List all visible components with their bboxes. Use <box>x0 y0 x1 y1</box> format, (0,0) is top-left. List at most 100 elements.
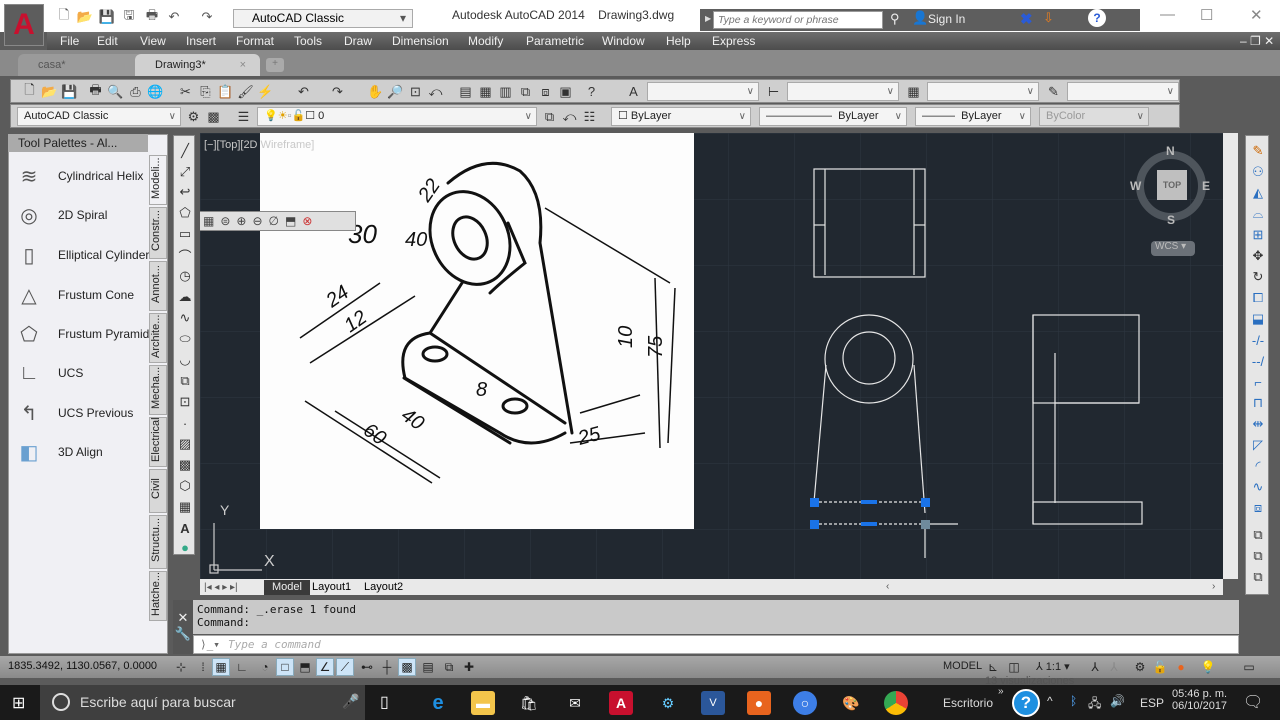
ortho-mode-icon[interactable]: ∟ <box>233 658 251 676</box>
file-explorer-icon[interactable]: ▬ <box>471 691 495 715</box>
break-at-point-icon[interactable]: ⌐ <box>1249 373 1267 391</box>
region-icon[interactable]: ⬡ <box>176 477 194 495</box>
block-editor-icon[interactable]: ⚡ <box>257 83 274 100</box>
annotation-scale[interactable]: ⅄ 1:1 ▾ <box>1036 660 1070 673</box>
palette-item-3d-align[interactable]: ◧ 3D Align <box>14 437 103 467</box>
save-icon[interactable]: 💾 <box>61 83 78 100</box>
calculator-icon[interactable]: ▣ <box>557 83 574 100</box>
cut-icon[interactable]: ✂ <box>177 83 194 100</box>
constrained-orbit-icon[interactable]: ⊜ <box>220 214 230 228</box>
hardware-acceleration-icon[interactable]: ● <box>1172 658 1190 676</box>
menu-edit[interactable]: Edit <box>97 34 118 48</box>
orbit-off-icon[interactable]: ∅ <box>269 214 279 228</box>
microphone-icon[interactable]: 🎤 <box>342 693 359 710</box>
circle-icon[interactable]: ◷ <box>176 267 194 285</box>
layer-previous-icon[interactable]: ⤺ <box>561 108 578 125</box>
layer-manager-icon[interactable]: ☰ <box>235 108 252 125</box>
binoculars-icon[interactable]: ⚲ <box>890 11 900 27</box>
table-style-select[interactable]: ∨ <box>927 82 1039 101</box>
menu-file[interactable]: File <box>60 34 79 48</box>
application-menu-button[interactable]: A <box>4 4 44 46</box>
action-center-icon[interactable]: 🗨 <box>1243 692 1263 712</box>
user-icon[interactable]: 👤 <box>912 10 928 26</box>
windows-start-icon[interactable]: ⊞ <box>12 693 25 713</box>
tab-layout1[interactable]: Layout1 <box>312 581 351 593</box>
viewcube-top-face[interactable]: TOP <box>1157 170 1187 200</box>
menu-insert[interactable]: Insert <box>186 34 216 48</box>
spline-icon[interactable]: ∿ <box>176 309 194 327</box>
command-line-handle[interactable]: ✕ 🔧 <box>173 600 193 654</box>
sheet-set-icon[interactable]: ⧉ <box>517 83 534 100</box>
annotation-monitor-icon[interactable]: ✚ <box>460 658 478 676</box>
table-icon[interactable]: ▦ <box>176 498 194 516</box>
command-prompt-icon[interactable]: ⟩_▾ <box>200 636 220 653</box>
clean-screen-icon[interactable]: ▭ <box>1240 658 1258 676</box>
dim-style-select[interactable]: ∨ <box>787 82 899 101</box>
vertical-scrollbar[interactable] <box>1223 133 1238 579</box>
toolbar-lock-icon[interactable]: 🔓 <box>1151 658 1169 676</box>
menu-draw[interactable]: Draw <box>344 34 372 48</box>
multiline-text-icon[interactable]: A <box>176 519 194 537</box>
expand-arrow-icon[interactable]: ▶ <box>705 14 711 23</box>
multileader-style-select[interactable]: ∨ <box>1067 82 1179 101</box>
menu-window[interactable]: Window <box>602 34 645 48</box>
object-snap-tracking-icon[interactable]: ∠ <box>316 658 334 676</box>
recorder-icon[interactable]: ● <box>747 691 771 715</box>
network-icon[interactable]: 🖧 <box>1088 694 1101 715</box>
plot-preview-icon[interactable]: 🔍 <box>107 83 124 100</box>
help-tips-icon[interactable]: ? <box>1012 689 1040 717</box>
scale-icon[interactable]: ⧠ <box>1249 289 1267 307</box>
palette-tab-structural[interactable]: Structu... <box>149 515 167 569</box>
workspace-switching-icon[interactable]: ⚙ <box>1131 658 1149 676</box>
scroll-right-icon[interactable]: › <box>1212 581 1215 592</box>
show-hidden-icons[interactable]: ^ <box>1047 694 1053 708</box>
plot-icon[interactable]: 🖶 <box>87 82 104 100</box>
draworder-back-icon[interactable]: ⧉ <box>1249 547 1267 565</box>
layer-states-icon[interactable]: ☷ <box>581 108 598 125</box>
palette-item-cylindrical-helix[interactable]: ≋ Cylindrical Helix <box>14 161 144 191</box>
workspace-combo[interactable]: AutoCAD Classic ∨ <box>17 107 181 126</box>
rotate-icon[interactable]: ↻ <box>1249 268 1267 286</box>
table-style-icon[interactable]: ▦ <box>905 83 922 100</box>
mirror-icon[interactable]: ◭ <box>1249 184 1267 202</box>
workspace-select[interactable]: AutoCAD Classic ▾ <box>233 9 413 28</box>
explode-icon[interactable]: ⧈ <box>1249 499 1267 517</box>
ellipse-arc-icon[interactable]: ◡ <box>176 351 194 369</box>
paste-icon[interactable]: 📋 <box>217 83 234 100</box>
tab-model[interactable]: Model <box>264 580 310 595</box>
viewcube-south[interactable]: S <box>1167 213 1175 227</box>
insert-block-icon[interactable]: ⧉ <box>176 372 194 390</box>
palette-tab-civil[interactable]: Civil <box>149 469 167 513</box>
workspace-settings-icon[interactable]: ⚙ <box>185 108 202 125</box>
reference-image[interactable]: 22 40 30 24 12 8 40 60 10 75 25 <box>260 133 694 529</box>
tool-palettes-icon[interactable]: ▥ <box>497 83 514 100</box>
viewport-controls-label[interactable]: [−][Top][2D Wireframe] <box>204 139 314 151</box>
color-select[interactable]: ☐ ByLayer ∨ <box>611 107 751 126</box>
continuous-orbit-icon[interactable]: ⊖ <box>252 214 262 228</box>
horizontal-scrollbar[interactable] <box>200 579 1223 595</box>
pan-icon[interactable]: ✋ <box>367 83 384 100</box>
arc-icon[interactable]: ⌒ <box>176 246 194 264</box>
menu-view[interactable]: View <box>140 34 166 48</box>
close-command-icon[interactable]: ✕ <box>173 610 193 626</box>
chromium-icon[interactable]: ○ <box>793 691 817 715</box>
doc-window-controls[interactable]: – ❐ ✕ <box>1240 34 1274 48</box>
bluetooth-icon[interactable]: ᛒ <box>1070 694 1077 708</box>
auto-scale-icon[interactable]: ⅄ <box>1105 658 1123 676</box>
polar-tracking-icon[interactable]: ◔ <box>256 658 274 676</box>
draworder-front-icon[interactable]: ⧉ <box>1249 526 1267 544</box>
file-tab-casa[interactable]: casa* <box>18 54 143 76</box>
menu-tools[interactable]: Tools <box>294 34 322 48</box>
redo-icon[interactable]: ↷ <box>198 9 216 25</box>
new-file-icon[interactable]: 🗋 <box>55 7 73 25</box>
copy-icon[interactable]: ⎘ <box>197 83 214 100</box>
palette-item-2d-spiral[interactable]: ◎ 2D Spiral <box>14 200 107 230</box>
blend-curves-icon[interactable]: ∿ <box>1249 478 1267 496</box>
palette-tab-mechanical[interactable]: Mecha... <box>149 365 167 415</box>
text-style-icon[interactable]: A <box>625 83 642 100</box>
transparency-icon[interactable]: ▩ <box>398 658 416 676</box>
desktop-toolbar-label[interactable]: Escritorio <box>943 696 993 710</box>
paint-icon[interactable]: 🎨 <box>839 691 863 715</box>
new-icon[interactable]: 🗋 <box>21 82 38 100</box>
tab-nav-buttons[interactable]: |◂ ◂ ▸ ▸| <box>204 582 238 593</box>
